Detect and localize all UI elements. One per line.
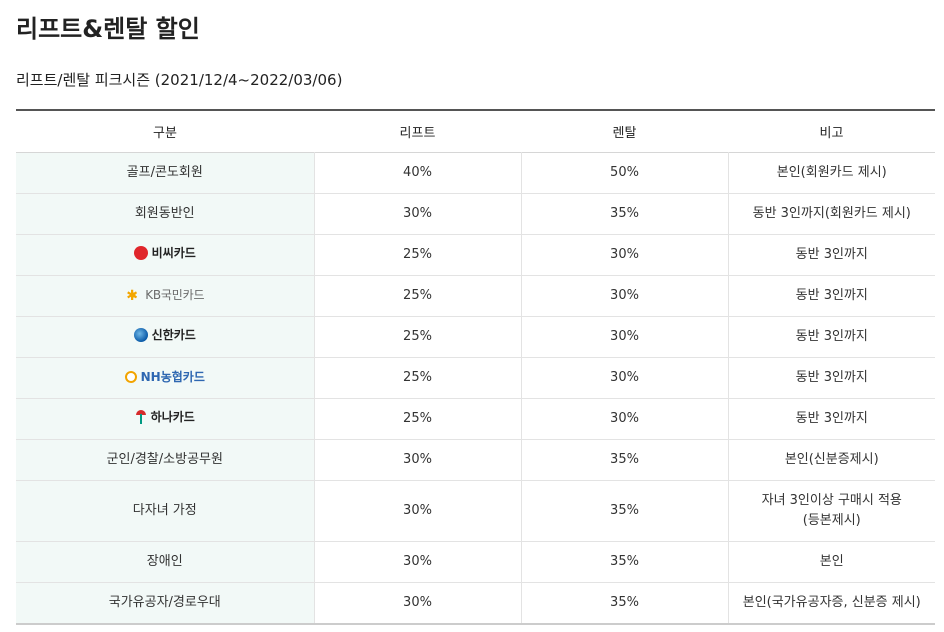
row-note: 본인(국가유공자증, 신분증 제시) xyxy=(727,582,935,625)
row-category: 국가유공자/경로우대 xyxy=(16,582,314,625)
row-rental: 35% xyxy=(520,582,728,625)
bc-card-logo: 비씨카드 xyxy=(133,243,196,263)
bc-card-label: 비씨카드 xyxy=(151,246,196,260)
row-note: 자녀 3인이상 구매시 적용 (등본제시) xyxy=(727,480,935,542)
header-category: 구분 xyxy=(16,110,314,153)
row-rental: 30% xyxy=(520,357,728,399)
table-row: 장애인 30% 35% 본인 xyxy=(16,541,935,583)
row-lift: 30% xyxy=(313,541,521,583)
season-subtitle: 리프트/렌탈 피크시즌 (2021/12/4~2022/03/06) xyxy=(16,71,343,89)
hana-card-label: 하나카드 xyxy=(150,410,195,424)
row-lift: 30% xyxy=(313,439,521,481)
row-category-logo: NH농협카드 xyxy=(16,357,314,399)
row-category: 군인/경찰/소방공무원 xyxy=(16,439,314,481)
row-note-line2: (등본제시) xyxy=(802,513,861,528)
row-lift: 40% xyxy=(313,152,521,194)
table-row: 회원동반인 30% 35% 동반 3인까지(회원카드 제시) xyxy=(16,193,935,235)
row-category: 골프/콘도회원 xyxy=(16,152,314,194)
row-note: 동반 3인까지 xyxy=(727,275,935,317)
row-rental: 35% xyxy=(520,193,728,235)
row-lift: 30% xyxy=(313,193,521,235)
row-note: 본인 xyxy=(727,541,935,583)
table-row: 국가유공자/경로우대 30% 35% 본인(국가유공자증, 신분증 제시) xyxy=(16,582,935,625)
discount-table-container: 구분 리프트 렌탈 비고 골프/콘도회원 40% 50% 본인(회원카드 제시)… xyxy=(16,109,935,625)
row-category: 다자녀 가정 xyxy=(16,480,314,542)
table-header-row: 구분 리프트 렌탈 비고 xyxy=(16,110,935,153)
row-rental: 30% xyxy=(520,316,728,358)
row-note: 동반 3인까지 xyxy=(727,234,935,276)
table-row: 군인/경찰/소방공무원 30% 35% 본인(신분증제시) xyxy=(16,439,935,481)
row-category: 장애인 xyxy=(16,541,314,583)
row-rental: 30% xyxy=(520,398,728,440)
row-lift: 30% xyxy=(313,480,521,542)
nh-card-label: NH농협카드 xyxy=(140,369,205,384)
row-rental: 35% xyxy=(520,541,728,583)
shinhan-mark-icon xyxy=(133,328,148,342)
kb-card-logo: KB국민카드 xyxy=(125,285,205,306)
table-row: 비씨카드 25% 30% 동반 3인까지 xyxy=(16,234,935,276)
row-note: 동반 3인까지(회원카드 제시) xyxy=(727,193,935,235)
table-row: NH농협카드 25% 30% 동반 3인까지 xyxy=(16,357,935,399)
table-row: KB국민카드 25% 30% 동반 3인까지 xyxy=(16,275,935,317)
kb-star-icon xyxy=(125,286,141,306)
shinhan-card-label: 신한카드 xyxy=(151,328,196,342)
row-rental: 35% xyxy=(520,480,728,542)
row-category-logo: 비씨카드 xyxy=(16,234,314,276)
header-lift: 리프트 xyxy=(314,110,521,153)
row-category-logo: 신한카드 xyxy=(16,316,314,358)
row-category-logo: 하나카드 xyxy=(16,398,314,440)
row-lift: 30% xyxy=(313,582,521,625)
discount-table: 구분 리프트 렌탈 비고 골프/콘도회원 40% 50% 본인(회원카드 제시)… xyxy=(16,109,935,625)
row-rental: 30% xyxy=(520,275,728,317)
shinhan-card-logo: 신한카드 xyxy=(133,325,196,345)
row-rental: 30% xyxy=(520,234,728,276)
table-row: 신한카드 25% 30% 동반 3인까지 xyxy=(16,316,935,358)
kb-card-label: KB국민카드 xyxy=(145,287,205,302)
row-category-logo: KB국민카드 xyxy=(16,275,314,317)
row-lift: 25% xyxy=(313,275,521,317)
row-lift: 25% xyxy=(313,234,521,276)
row-category: 회원동반인 xyxy=(16,193,314,235)
row-note: 동반 3인까지 xyxy=(727,398,935,440)
table-row: 골프/콘도회원 40% 50% 본인(회원카드 제시) xyxy=(16,152,935,194)
row-note-line1: 자녀 3인이상 구매시 적용 xyxy=(761,493,902,508)
hana-card-logo: 하나카드 xyxy=(135,407,195,427)
row-note: 동반 3인까지 xyxy=(727,316,935,358)
row-rental: 50% xyxy=(520,152,728,194)
row-note: 본인(신분증제시) xyxy=(727,439,935,481)
page-title: 리프트&렌탈 할인 xyxy=(16,15,200,43)
row-lift: 25% xyxy=(313,357,521,399)
hana-mark-icon xyxy=(135,410,147,424)
row-note: 본인(회원카드 제시) xyxy=(727,152,935,194)
nh-mark-icon xyxy=(124,370,137,383)
header-rental: 렌탈 xyxy=(521,110,728,153)
nh-card-logo: NH농협카드 xyxy=(124,367,205,387)
row-lift: 25% xyxy=(313,316,521,358)
bc-card-mark-icon xyxy=(133,246,148,260)
row-lift: 25% xyxy=(313,398,521,440)
table-row: 하나카드 25% 30% 동반 3인까지 xyxy=(16,398,935,440)
header-note: 비고 xyxy=(728,110,935,153)
row-note: 동반 3인까지 xyxy=(727,357,935,399)
row-rental: 35% xyxy=(520,439,728,481)
table-row: 다자녀 가정 30% 35% 자녀 3인이상 구매시 적용 (등본제시) xyxy=(16,480,935,542)
